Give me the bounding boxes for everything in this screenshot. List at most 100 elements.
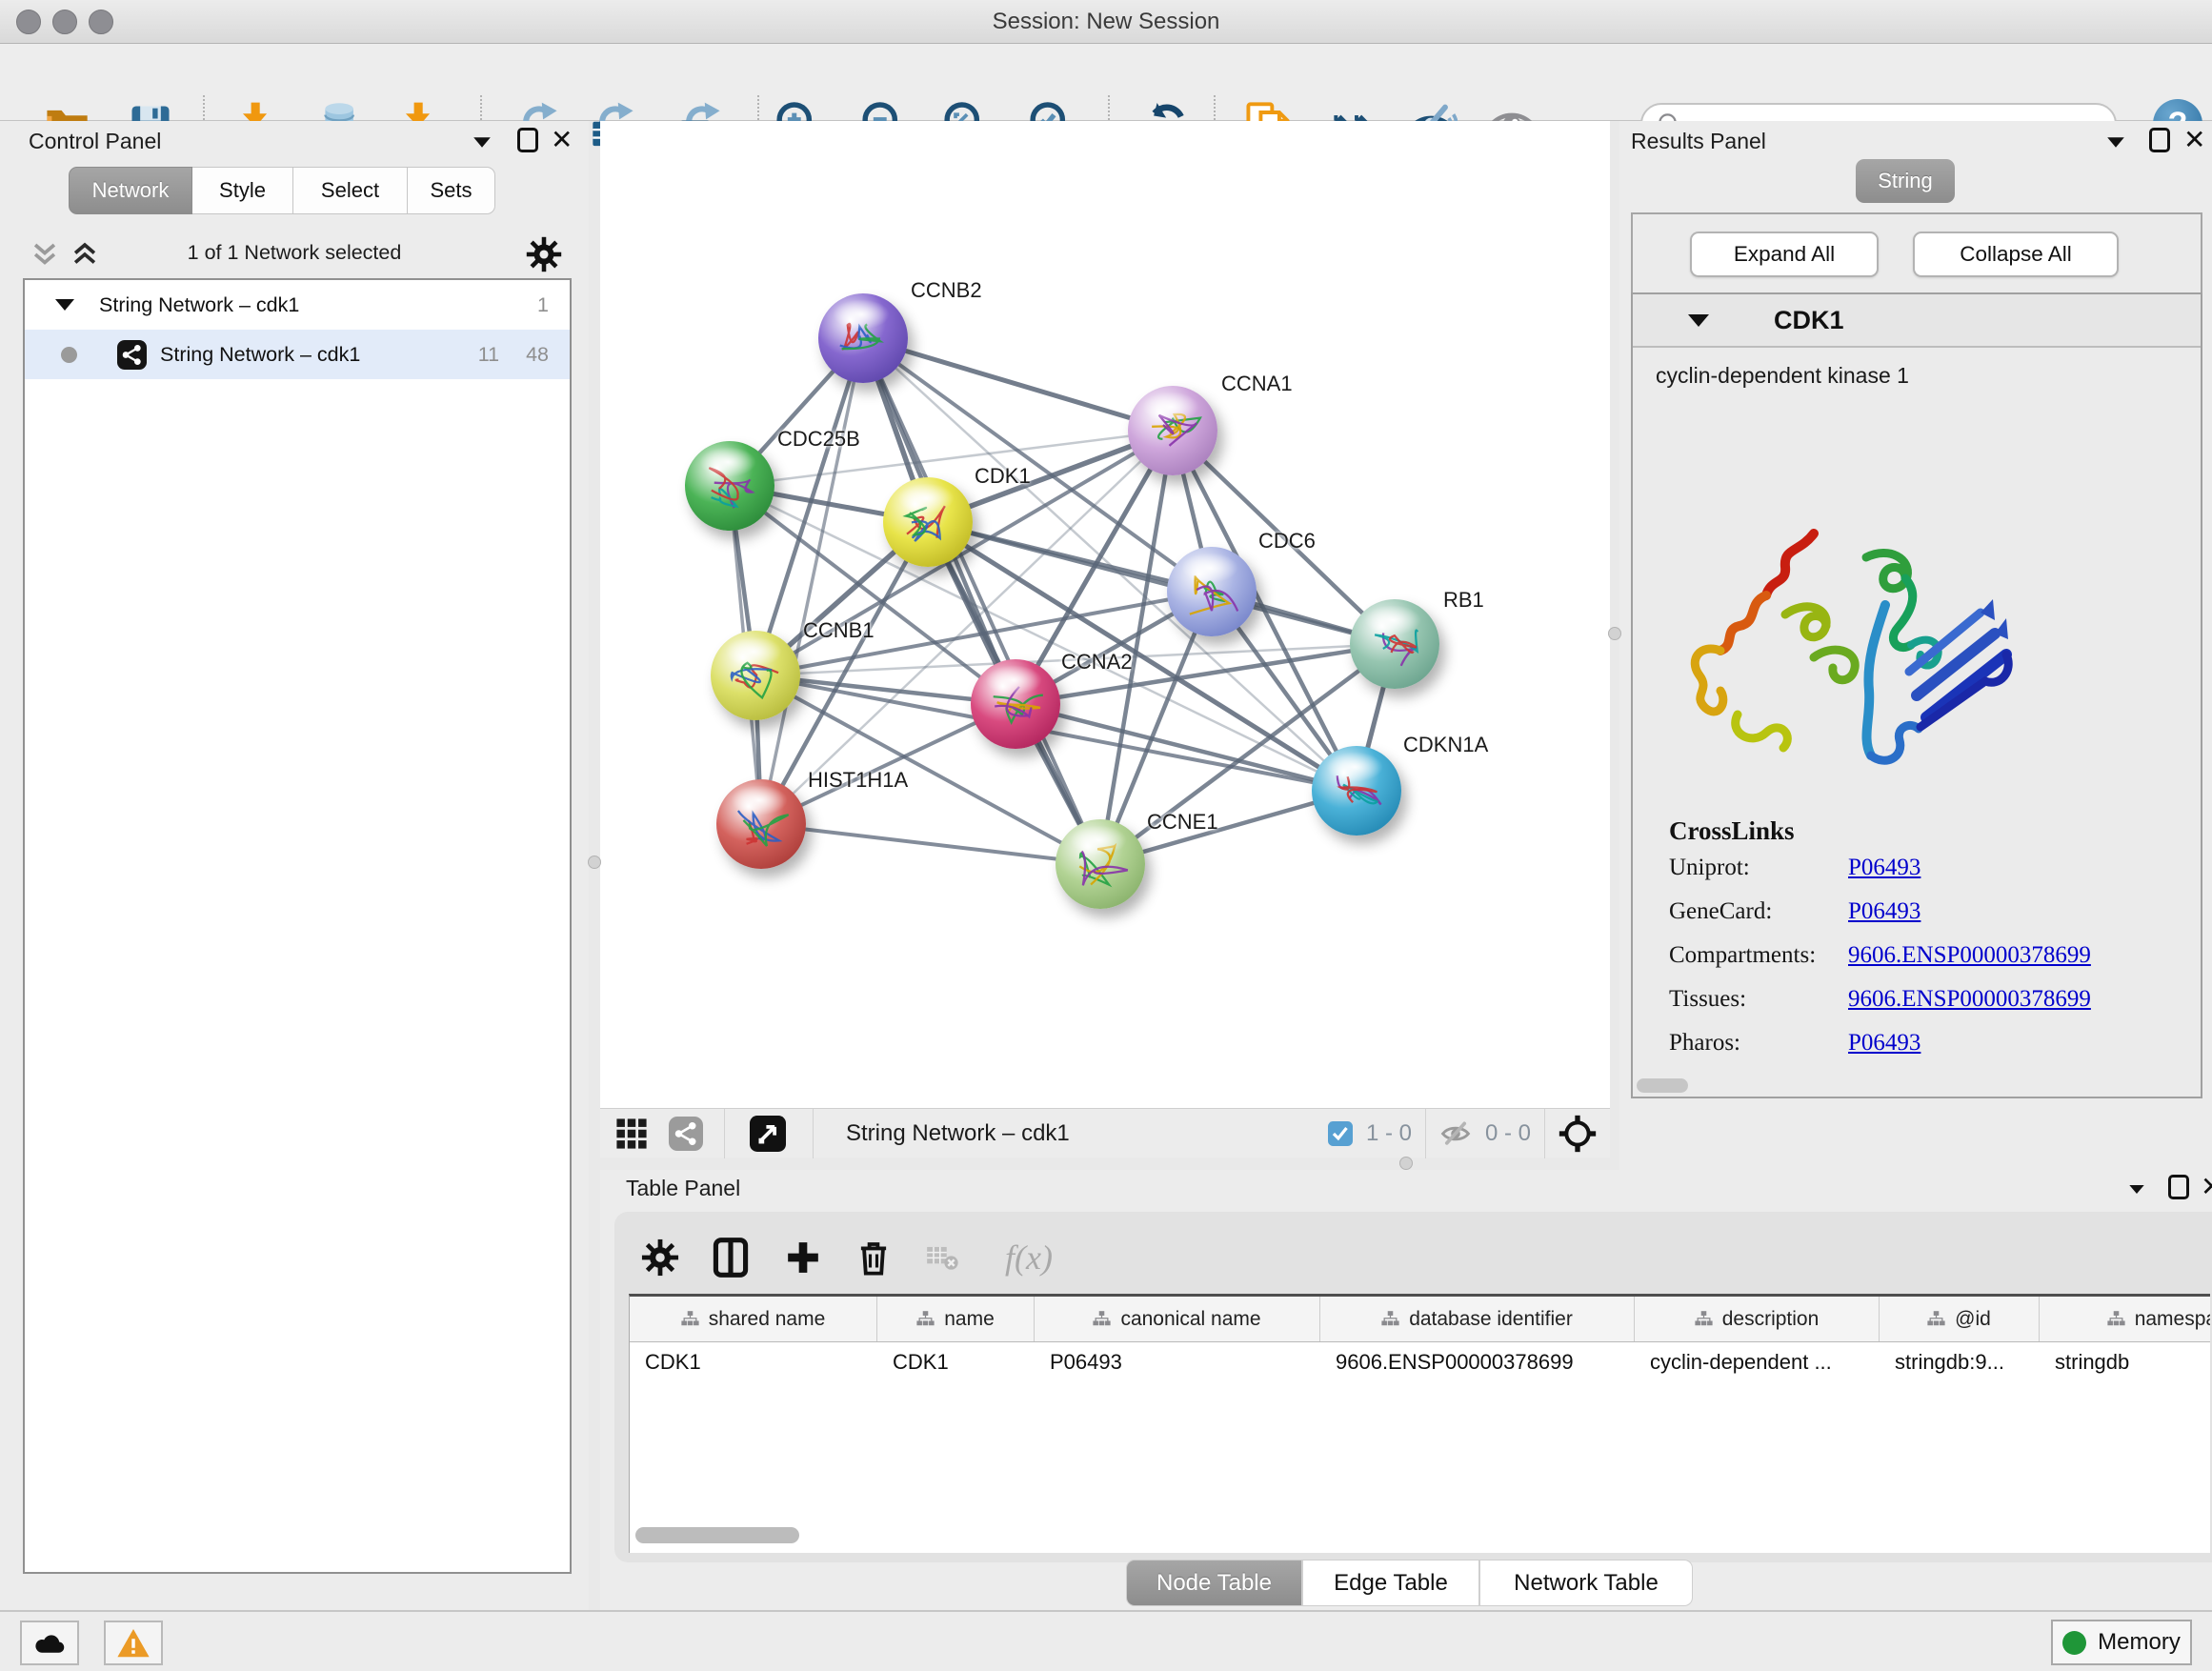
control-panel-close-icon[interactable]: ✕ <box>551 124 573 155</box>
control-panel-float-icon[interactable] <box>517 128 538 152</box>
birdseye-view-icon[interactable] <box>750 1116 786 1152</box>
network-selection-status: 1 of 1 Network selected <box>0 241 589 265</box>
node-table[interactable]: shared namenamecanonical namedatabase id… <box>629 1294 2210 1553</box>
node-table-header[interactable]: shared namenamecanonical namedatabase id… <box>630 1297 2210 1342</box>
collection-expand-icon[interactable] <box>55 299 74 311</box>
network-node-CCNB1[interactable] <box>711 631 800 720</box>
column-header-namespace[interactable]: namespace <box>2040 1297 2210 1341</box>
network-view-title: String Network – cdk1 <box>846 1120 1070 1147</box>
table-panel-title: Table Panel <box>626 1176 740 1201</box>
crosslink-link[interactable]: 9606.ENSP00000378699 <box>1848 986 2091 1013</box>
fit-center-crosshair-icon[interactable] <box>1558 1115 1597 1153</box>
table-row[interactable]: CDK1CDK1P064939606.ENSP00000378699cyclin… <box>630 1342 2210 1382</box>
table-panel-menu-icon[interactable] <box>2129 1185 2143 1194</box>
results-panel-close-icon[interactable]: ✕ <box>2183 124 2205 155</box>
crosslink-label: Compartments: <box>1669 942 1848 969</box>
delete-column-trash-icon[interactable] <box>849 1233 898 1282</box>
table-cell: stringdb:9... <box>1880 1342 2040 1382</box>
toolbar-separator <box>724 1109 725 1158</box>
cloud-icon <box>32 1626 67 1661</box>
crosslink-link[interactable]: P06493 <box>1848 898 1920 925</box>
network-node-CCNA2[interactable] <box>971 659 1060 749</box>
table-settings-gear-icon[interactable] <box>635 1233 685 1282</box>
column-header-shared-name[interactable]: shared name <box>630 1297 877 1341</box>
edge-count: 48 <box>526 343 549 367</box>
tab-network-table[interactable]: Network Table <box>1479 1560 1693 1606</box>
control-panel-menu-icon[interactable] <box>473 137 491 147</box>
tab-sets[interactable]: Sets <box>408 167 495 214</box>
column-header--id[interactable]: @id <box>1880 1297 2040 1341</box>
crosslink-link[interactable]: 9606.ENSP00000378699 <box>1848 942 2091 969</box>
network-node-CCNE1[interactable] <box>1056 819 1145 909</box>
tab-network[interactable]: Network <box>69 167 192 214</box>
tab-select[interactable]: Select <box>293 167 408 214</box>
collapse-section-icon[interactable] <box>1688 314 1709 327</box>
tab-edge-table[interactable]: Edge Table <box>1302 1560 1479 1606</box>
network-node-CDK1[interactable] <box>883 477 973 567</box>
grid-view-icon[interactable] <box>615 1117 648 1150</box>
network-node-CCNA1[interactable] <box>1128 386 1217 475</box>
table-panel-float-icon[interactable] <box>2168 1175 2189 1199</box>
results-panel-float-icon[interactable] <box>2149 128 2170 152</box>
add-column-icon[interactable] <box>778 1233 828 1282</box>
tab-style[interactable]: Style <box>192 167 293 214</box>
column-header-description[interactable]: description <box>1635 1297 1880 1341</box>
window-title-bar: Session: New Session <box>0 0 2212 44</box>
network-node-RB1[interactable] <box>1350 599 1439 689</box>
crosslink-row: GeneCard: P06493 <box>1669 890 2091 934</box>
node-label-CCNA1: CCNA1 <box>1221 372 1293 396</box>
table-cell: CDK1 <box>630 1342 877 1382</box>
selected-checkbox-icon[interactable] <box>1328 1121 1353 1146</box>
crosslinks-title: CrossLinks <box>1669 816 2091 846</box>
hidden-eye-slash-icon[interactable] <box>1439 1117 1472 1150</box>
network-node-CCNB2[interactable] <box>818 293 908 383</box>
node-label-HIST1H1A: HIST1H1A <box>808 768 908 793</box>
results-panel-title: Results Panel <box>1631 129 1766 154</box>
node-label-CCNE1: CCNE1 <box>1147 810 1218 835</box>
crosslinks-section: CrossLinks Uniprot: P06493GeneCard: P064… <box>1669 816 2091 1065</box>
memory-button[interactable]: Memory <box>2051 1620 2192 1665</box>
node-gloss <box>699 447 756 477</box>
network-row-label: String Network – cdk1 <box>160 343 360 367</box>
results-horizontal-scrollbar[interactable] <box>1637 1078 1688 1093</box>
vertical-splitter-handle[interactable] <box>588 856 601 869</box>
crosslink-link[interactable]: P06493 <box>1848 855 1920 881</box>
tab-node-table[interactable]: Node Table <box>1126 1560 1302 1606</box>
crosslink-link[interactable]: P06493 <box>1848 1030 1920 1057</box>
crosslink-label: GeneCard: <box>1669 898 1848 925</box>
network-options-gear-icon[interactable] <box>524 234 564 279</box>
network-collection-label: String Network – cdk1 <box>99 293 299 317</box>
network-canvas[interactable]: CCNB2CCNA1CDC25BCDK1CDC6RB1CCNB1CCNA2CDK… <box>600 121 1610 1108</box>
network-node-CDKN1A[interactable] <box>1312 746 1401 836</box>
network-share-view-icon[interactable] <box>669 1117 703 1151</box>
table-panel-close-icon[interactable]: ✕ <box>2201 1171 2212 1202</box>
function-builder-icon[interactable]: f(x) <box>986 1233 1072 1282</box>
cloud-status-button[interactable] <box>20 1621 79 1665</box>
table-horizontal-scrollbar[interactable] <box>635 1527 799 1543</box>
warnings-button[interactable] <box>104 1621 163 1665</box>
column-header-name[interactable]: name <box>877 1297 1035 1341</box>
clear-table-icon[interactable] <box>917 1233 967 1282</box>
show-columns-icon[interactable] <box>706 1233 755 1282</box>
gene-symbol: CDK1 <box>1774 306 1844 335</box>
gene-section-header[interactable]: CDK1 <box>1633 294 2201 348</box>
expand-all-button[interactable]: Expand All <box>1690 232 1879 277</box>
tab-string[interactable]: String <box>1856 159 1955 203</box>
table-toolbar-container: f(x) shared namenamecanonical namedataba… <box>614 1212 2212 1562</box>
horizontal-splitter-handle[interactable] <box>1399 1157 1413 1170</box>
network-node-CDC25B[interactable] <box>685 441 774 531</box>
collapse-all-button[interactable]: Collapse All <box>1913 232 2119 277</box>
control-panel-tabs: NetworkStyleSelectSets <box>69 167 495 214</box>
column-header-database-identifier[interactable]: database identifier <box>1320 1297 1635 1341</box>
network-node-CDC6[interactable] <box>1167 547 1257 636</box>
collection-count: 1 <box>537 293 549 317</box>
string-network-icon <box>117 340 147 370</box>
table-cell: 9606.ENSP00000378699 <box>1320 1342 1635 1382</box>
network-node-HIST1H1A[interactable] <box>716 779 806 869</box>
vertical-splitter-handle[interactable] <box>1608 627 1621 640</box>
results-panel-menu-icon[interactable] <box>2107 137 2124 147</box>
network-tree-row[interactable]: String Network – cdk1 1 <box>25 280 570 330</box>
column-header-canonical-name[interactable]: canonical name <box>1035 1297 1320 1341</box>
warning-icon <box>115 1625 151 1661</box>
network-tree-row[interactable]: String Network – cdk1 11 48 <box>25 330 570 379</box>
